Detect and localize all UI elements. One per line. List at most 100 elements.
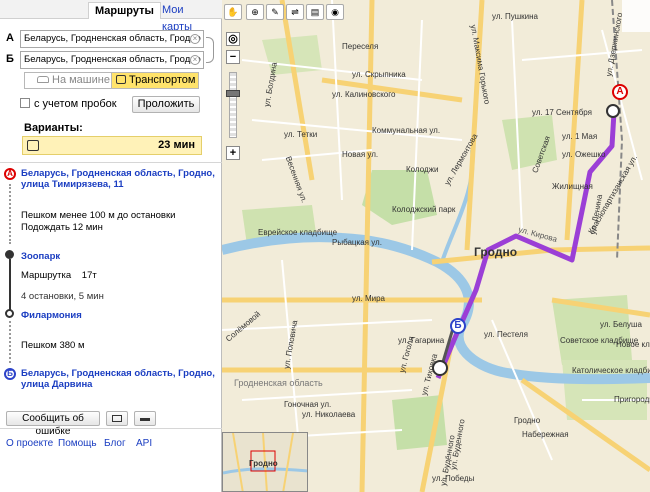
zoom-slider-track[interactable] [229, 72, 237, 138]
swap-icon[interactable] [206, 37, 214, 63]
route-icon: ⇌ [291, 7, 299, 17]
zoom-slider-thumb[interactable] [226, 90, 240, 97]
variants-label: Варианты: [24, 122, 83, 134]
street-label: ул. Скрыпника [352, 70, 406, 79]
hand-tool-button[interactable]: ✋ [224, 4, 242, 20]
route-tool-button[interactable]: ⇌ [286, 4, 304, 20]
street-label: ул. Победы [432, 474, 475, 483]
to-clear-icon[interactable]: × [190, 55, 200, 65]
end-address[interactable]: Беларусь, Гродненская область, Гродно, у… [21, 368, 216, 390]
ride-info: 4 остановки, 5 мин [21, 291, 104, 302]
variant-time: 23 мин [158, 139, 195, 151]
link-about[interactable]: О проекте [6, 438, 53, 449]
link-help[interactable]: Помощь [58, 438, 97, 449]
divider [0, 162, 222, 163]
zoom-out-button[interactable]: − [226, 50, 240, 64]
link-api[interactable]: API [136, 438, 152, 449]
bus-line-icon [9, 259, 11, 311]
street-label: ул. 17 Сентября [532, 108, 592, 117]
traffic-checkbox[interactable] [20, 98, 30, 108]
map-view[interactable]: А Б Гродно Гродненская область ул. Болди… [222, 0, 650, 492]
end-marker-icon: Б [4, 368, 16, 380]
street-label: ул. Ожешко [562, 150, 606, 159]
mode-car[interactable]: На машине [25, 73, 111, 88]
cemetery-label: Новое кладбище [616, 340, 650, 349]
street-label: Переселя [342, 42, 379, 51]
start-marker-icon: А [4, 168, 16, 180]
report-error-button[interactable]: Сообщить об ошибке [6, 411, 100, 437]
street-label: Жилищная [552, 182, 593, 191]
to-input-value: Беларусь, Гродненская область, Гродно [24, 54, 201, 65]
print-map-button[interactable]: ▤ [306, 4, 324, 20]
footer-divider [0, 428, 222, 429]
link-button[interactable] [134, 411, 156, 426]
street-label: Гоночная ул. [284, 400, 332, 409]
bus-icon [116, 75, 126, 84]
to-input[interactable]: Беларусь, Гродненская область, Гродно × [20, 51, 204, 69]
build-route-button[interactable]: Проложить [132, 96, 200, 113]
cemetery-label: Еврейское кладбище [258, 228, 338, 237]
route-steps: А Беларусь, Гродненская область, Гродно,… [0, 164, 222, 404]
street-label: ул. Белуша [600, 320, 642, 329]
zoom-area-button[interactable]: ⊕ [246, 4, 264, 20]
street-label: ул. Пестеля [484, 330, 528, 339]
street-label: ул. Калиновского [332, 90, 396, 99]
from-input[interactable]: Беларусь, Гродненская область, Гродно × [20, 30, 204, 48]
to-row: Б Беларусь, Гродненская область, Гродно … [6, 51, 212, 69]
street-label: ул. Пушкина [492, 12, 538, 21]
route-variant[interactable]: 23 мин [22, 136, 202, 155]
mode-transit[interactable]: Транспортом [111, 73, 198, 88]
end-pin-icon[interactable]: Б [450, 318, 466, 334]
zoom-reset-button[interactable]: ◎ [226, 32, 240, 46]
bus-icon [27, 140, 39, 151]
walk-to-end: Пешком 380 м [21, 340, 85, 351]
vehicle-number: 17т [81, 270, 97, 281]
vehicle: Маршрутка 17т [21, 270, 97, 281]
street-label: Набережная [522, 430, 569, 439]
map-canvas [222, 0, 650, 492]
wait-time: Подождать 12 мин [21, 222, 103, 233]
zoom-in-button[interactable]: + [226, 146, 240, 160]
transfer-point-icon [606, 104, 620, 118]
route-panel: Маршруты Мои карты А Беларусь, Гродненск… [0, 0, 222, 492]
zoom-control: ◎ − + [226, 32, 240, 160]
target-icon: ◎ [228, 33, 238, 45]
street-label: Колоджи [406, 165, 439, 174]
mode-transit-label: Транспортом [129, 74, 196, 86]
magnifier-icon: ⊕ [251, 7, 259, 17]
link-map-button[interactable]: ◉ [326, 4, 344, 20]
bus-stop-icon [5, 250, 14, 259]
walk-path-icon [9, 321, 11, 363]
print-button[interactable] [106, 411, 128, 426]
hand-icon: ✋ [227, 7, 239, 17]
traffic-option[interactable]: с учетом пробок [20, 98, 117, 112]
walk-path-icon [9, 184, 11, 244]
tab-routes[interactable]: Маршруты [88, 2, 161, 19]
minimap[interactable]: Гродно [222, 432, 308, 492]
from-input-value: Беларусь, Гродненская область, Гродно [24, 33, 201, 44]
street-label: Пригородная [614, 395, 650, 404]
start-address[interactable]: Беларусь, Гродненская область, Гродно, у… [21, 168, 216, 190]
bus-stop-icon [5, 309, 14, 318]
street-label: Рыбацкая ул. [332, 238, 382, 247]
stop-zoopark[interactable]: Зоопарк [21, 251, 216, 262]
ruler-button[interactable]: ✎ [266, 4, 284, 20]
mode-car-label: На машине [52, 74, 110, 86]
to-letter: Б [6, 53, 14, 65]
minimap-city-label: Гродно [249, 459, 278, 468]
from-row: А Беларусь, Гродненская область, Гродно … [6, 30, 212, 48]
tab-my-maps[interactable]: Мои карты [156, 2, 222, 33]
map-type-switch[interactable] [622, 0, 650, 32]
cemetery-label: Католическое кладбище [572, 366, 650, 375]
printer-icon: ▤ [310, 7, 320, 17]
start-pin-icon[interactable]: А [612, 84, 628, 100]
pin-icon [140, 418, 150, 421]
car-icon [37, 76, 49, 83]
traffic-label: с учетом пробок [34, 98, 117, 110]
stop-filarmonia[interactable]: Филармония [21, 310, 216, 321]
from-clear-icon[interactable]: × [190, 34, 200, 44]
street-label: Гродно [514, 416, 541, 425]
ruler-icon: ✎ [271, 7, 279, 17]
park-area [362, 170, 437, 225]
link-blog[interactable]: Блог [104, 438, 126, 449]
